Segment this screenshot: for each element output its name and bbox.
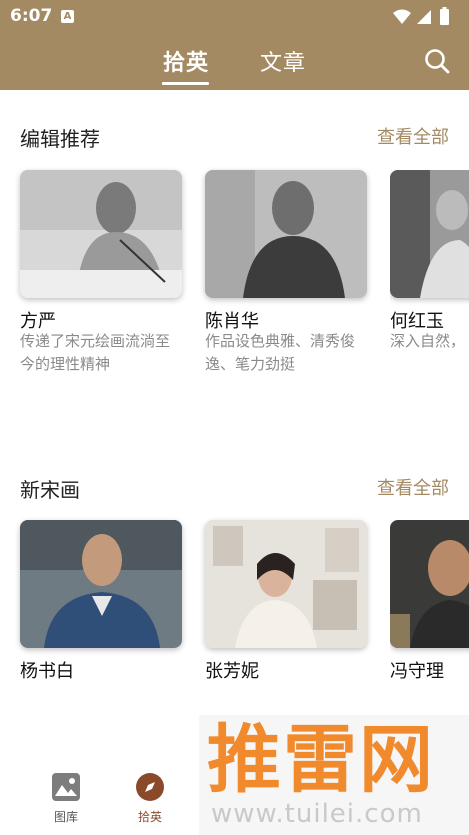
nav-gallery[interactable]: 图库	[36, 772, 96, 825]
artist-photo[interactable]	[20, 170, 182, 298]
tab-articles[interactable]: 文章	[260, 45, 306, 77]
battery-icon	[440, 9, 449, 25]
artist-card[interactable]: 杨书白	[20, 520, 182, 682]
watermark-url: www.tuilei.com	[211, 799, 423, 829]
artist-name: 杨书白	[20, 661, 74, 682]
signal-icon	[417, 10, 431, 24]
section-title-editor-picks: 编辑推荐	[20, 127, 100, 151]
artist-photo[interactable]	[205, 520, 367, 648]
nav-shiying[interactable]: 拾英	[120, 772, 180, 825]
artist-description: 传递了宋元绘画流淌至今的理性精神	[20, 332, 171, 373]
artist-photo[interactable]	[390, 170, 469, 298]
status-bar: 6:07 A	[0, 0, 469, 34]
nav-shiying-label: 拾英	[137, 810, 162, 824]
artist-photo[interactable]	[205, 170, 367, 298]
artist-card[interactable]: 张芳妮	[205, 520, 367, 682]
watermark: 推雷网 www.tuilei.com	[199, 715, 469, 835]
search-icon[interactable]	[423, 47, 451, 75]
artist-name: 张芳妮	[205, 661, 259, 682]
watermark-logo: 推雷网	[207, 717, 435, 803]
see-all-new-song-painting[interactable]: 查看全部	[377, 474, 449, 500]
see-all-editor-picks[interactable]: 查看全部	[377, 123, 449, 149]
tab-active-indicator	[162, 82, 209, 85]
artist-photo[interactable]	[20, 520, 182, 648]
artist-description: 深入自然，	[390, 332, 466, 350]
status-icons	[393, 7, 449, 25]
artist-photo[interactable]	[390, 520, 469, 648]
nav-gallery-label: 图库	[53, 810, 78, 824]
status-time: 6:07	[10, 6, 53, 26]
gallery-icon	[52, 773, 80, 801]
artist-card[interactable]: 陈肖华 作品设色典雅、清秀俊逸、笔力劲挺	[205, 170, 367, 373]
notification-icon: A	[61, 10, 74, 23]
artist-card[interactable]: 冯守理	[390, 520, 469, 690]
top-header: 拾英 文章	[0, 34, 469, 90]
artist-description: 作品设色典雅、清秀俊逸、笔力劲挺	[205, 332, 356, 373]
wifi-icon	[393, 9, 411, 24]
tab-shiying[interactable]: 拾英	[163, 45, 209, 77]
artist-card[interactable]: 何红玉 深入自然，	[390, 170, 469, 380]
artist-name: 冯守理	[390, 661, 444, 682]
artist-card[interactable]: 方严 传递了宋元绘画流淌至今的理性精神	[20, 170, 182, 373]
section-title-new-song-painting: 新宋画	[20, 478, 80, 502]
compass-icon	[136, 773, 164, 801]
